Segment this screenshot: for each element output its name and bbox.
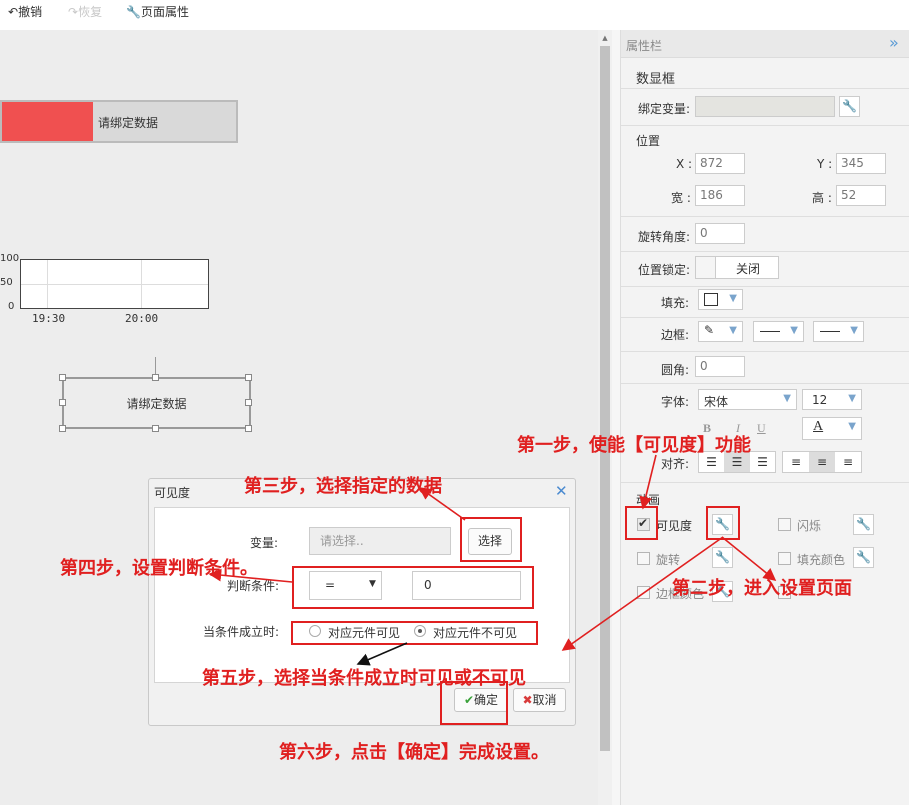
arrow-step1 [639,454,657,510]
annotation-step5: 第五步，选择当条件成立时可见或不可见 [202,668,526,689]
annotation-step2: 第二步，进入设置页面 [672,578,852,599]
annotation-step3: 第三步，选择指定的数据 [244,476,442,497]
annotation-step4: 第四步，设置判断条件。 [60,558,258,579]
arrow-step5 [356,642,408,666]
annotation-step6: 第六步，点击【确定】完成设置。 [279,742,549,763]
annotation-step1: 第一步，使能【可见度】功能 [517,435,751,456]
